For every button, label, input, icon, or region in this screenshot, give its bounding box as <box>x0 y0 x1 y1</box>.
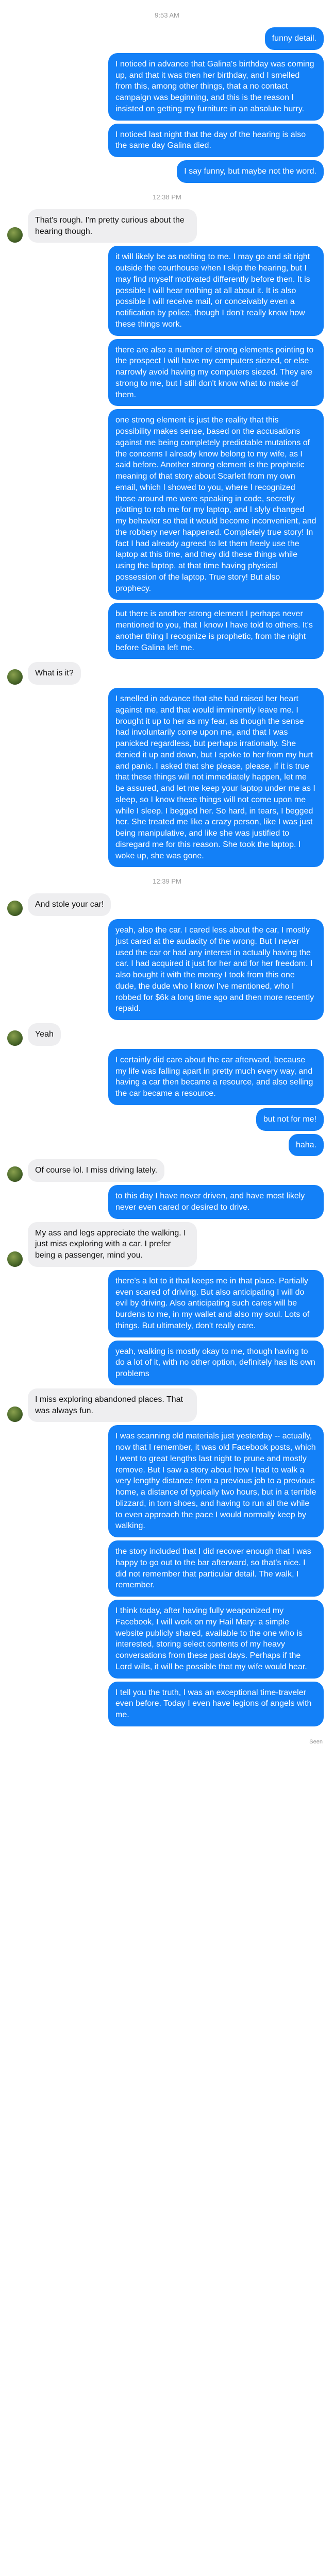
timestamp: 12:38 PM <box>153 193 181 201</box>
sent-message-row: I say funny, but maybe not the word. <box>0 160 334 183</box>
sent-message-row: it will likely be as nothing to me. I ma… <box>0 246 334 336</box>
sent-message-bubble[interactable]: the story included that I did recover en… <box>108 1540 324 1597</box>
contact-avatar[interactable] <box>7 227 23 243</box>
sent-message-bubble[interactable]: there are also a number of strong elemen… <box>108 338 324 406</box>
sent-message-bubble[interactable]: but there is another strong element I pe… <box>108 603 324 659</box>
contact-avatar[interactable] <box>7 1406 23 1422</box>
received-message-row: Yeah <box>0 1023 334 1046</box>
sent-message-bubble[interactable]: I was scanning old materials just yester… <box>108 1425 324 1537</box>
sent-message-row: I certainly did care about the car after… <box>0 1048 334 1105</box>
sent-message-row: I tell you the truth, I was an exception… <box>0 1681 334 1726</box>
sent-message-row: but not for me! <box>0 1108 334 1131</box>
received-message-row: My ass and legs appreciate the walking. … <box>0 1222 334 1267</box>
sent-message-bubble[interactable]: to this day I have never driven, and hav… <box>108 1185 324 1219</box>
conversation-thread: 9:53 AM funny detail. I noticed in advance… <box>0 0 334 1737</box>
received-message-bubble[interactable]: What is it? <box>28 662 81 685</box>
received-message-bubble[interactable]: That's rough. I'm pretty curious about t… <box>28 209 197 243</box>
sent-message-bubble[interactable]: I tell you the truth, I was an exception… <box>108 1681 324 1726</box>
sent-message-bubble[interactable]: yeah, also the car. I cared less about t… <box>108 919 324 1020</box>
sent-message-bubble[interactable]: funny detail. <box>264 27 324 50</box>
received-message-row: And stole your car! <box>0 893 334 916</box>
sent-message-row: I noticed in advance that Galina's birth… <box>0 53 334 121</box>
seen-indicator: Seen <box>309 1738 323 1745</box>
sent-message-bubble[interactable]: I smelled in advance that she had raised… <box>108 688 324 868</box>
sent-message-bubble[interactable]: I noticed in advance that Galina's birth… <box>108 53 324 121</box>
received-message-bubble[interactable]: Yeah <box>28 1023 61 1046</box>
received-message-bubble[interactable]: Of course lol. I miss driving lately. <box>28 1159 165 1182</box>
contact-avatar[interactable] <box>7 669 23 685</box>
sent-message-bubble[interactable]: one strong element is just the reality t… <box>108 409 324 600</box>
received-message-row: Of course lol. I miss driving lately. <box>0 1159 334 1182</box>
sent-message-row: yeah, walking is mostly okay to me, thou… <box>0 1340 334 1385</box>
sent-message-row: there's a lot to it that keeps me in tha… <box>0 1269 334 1337</box>
sent-message-bubble[interactable]: I think today, after having fully weapon… <box>108 1600 324 1679</box>
sent-message-row: funny detail. <box>0 27 334 50</box>
sent-message-row: to this day I have never driven, and hav… <box>0 1185 334 1219</box>
timestamp: 12:39 PM <box>153 877 181 886</box>
received-message-row: I miss exploring abandoned places. That … <box>0 1388 334 1422</box>
received-message-row: That's rough. I'm pretty curious about t… <box>0 209 334 243</box>
sent-message-bubble[interactable]: it will likely be as nothing to me. I ma… <box>108 246 324 336</box>
sent-message-row: yeah, also the car. I cared less about t… <box>0 919 334 1020</box>
sent-message-bubble[interactable]: but not for me! <box>256 1108 324 1131</box>
sent-message-bubble[interactable]: haha. <box>288 1133 324 1157</box>
sent-message-bubble[interactable]: I noticed last night that the day of the… <box>108 123 324 157</box>
received-message-bubble[interactable]: I miss exploring abandoned places. That … <box>28 1388 197 1422</box>
sent-message-row: there are also a number of strong elemen… <box>0 338 334 406</box>
sent-message-row: the story included that I did recover en… <box>0 1540 334 1597</box>
contact-avatar[interactable] <box>7 1030 23 1046</box>
sent-message-row: I was scanning old materials just yester… <box>0 1425 334 1537</box>
sent-message-row: I noticed last night that the day of the… <box>0 123 334 157</box>
received-message-row: What is it? <box>0 662 334 685</box>
sent-message-bubble[interactable]: I say funny, but maybe not the word. <box>177 160 324 183</box>
sent-message-row: haha. <box>0 1133 334 1157</box>
sent-message-row: but there is another strong element I pe… <box>0 603 334 659</box>
sent-message-row: I smelled in advance that she had raised… <box>0 688 334 868</box>
sent-message-bubble[interactable]: there's a lot to it that keeps me in tha… <box>108 1269 324 1337</box>
sent-message-row: I think today, after having fully weapon… <box>0 1600 334 1679</box>
sent-message-bubble[interactable]: yeah, walking is mostly okay to me, thou… <box>108 1340 324 1385</box>
sent-message-row: one strong element is just the reality t… <box>0 409 334 600</box>
timestamp: 9:53 AM <box>155 11 179 19</box>
received-message-bubble[interactable]: My ass and legs appreciate the walking. … <box>28 1222 197 1267</box>
contact-avatar[interactable] <box>7 1251 23 1267</box>
received-message-bubble[interactable]: And stole your car! <box>28 893 111 916</box>
sent-message-bubble[interactable]: I certainly did care about the car after… <box>108 1048 324 1105</box>
contact-avatar[interactable] <box>7 901 23 916</box>
contact-avatar[interactable] <box>7 1166 23 1182</box>
